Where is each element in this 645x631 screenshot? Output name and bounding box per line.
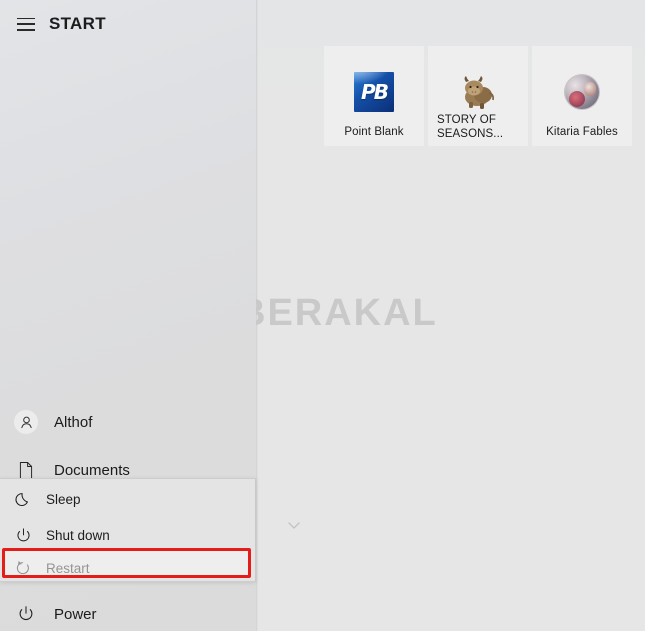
sidebar-item-label-documents: Documents [54,461,130,479]
watermark: BERAKAL [238,292,438,334]
tile-label-kitaria-fables: Kitaria Fables [546,126,618,138]
start-header: START [0,0,256,48]
menu-item-sleep[interactable]: Sleep [0,483,255,516]
page-title: START [49,14,106,33]
power-options-menu: Sleep Shut down Restart [0,478,256,582]
sidebar-item-power[interactable]: Power [0,592,256,631]
story-of-seasons-cow-icon [428,70,528,114]
menu-item-shut-down[interactable]: Shut down [0,519,255,552]
tile-label-point-blank: Point Blank [344,126,404,138]
user-account-icon [14,410,38,434]
tile-point-blank[interactable]: PB Point Blank [324,46,424,146]
menu-item-label-sleep: Sleep [46,492,81,507]
sidebar-item-label-account: Althof [54,413,93,431]
kitaria-fables-icon [532,70,632,114]
sidebar-item-account[interactable]: Althof [0,400,256,444]
menu-item-label-shut-down: Shut down [46,528,110,543]
tile-kitaria-fables[interactable]: Kitaria Fables [532,46,632,146]
sidebar-item-label-power: Power [54,605,97,623]
chevron-down-icon[interactable] [286,518,302,532]
hamburger-icon[interactable] [17,17,35,31]
power-icon [14,602,38,626]
moon-icon [12,489,34,511]
menu-item-restart[interactable]: Restart [0,553,255,583]
point-blank-icon-text: PB [361,80,389,104]
tile-story-of-seasons[interactable]: STORY OF SEASONS... [428,46,528,146]
point-blank-icon: PB [324,70,424,114]
restart-icon [12,557,34,579]
menu-item-label-restart: Restart [46,560,90,576]
power-icon [12,525,34,547]
tile-label-story-of-seasons: STORY OF SEASONS... [437,114,504,140]
tile-group: PB Point Blank STORY OF SEASONS... Kitar… [324,46,632,146]
start-menu-screen: PB Point Blank STORY OF SEASONS... Kitar… [0,0,645,631]
